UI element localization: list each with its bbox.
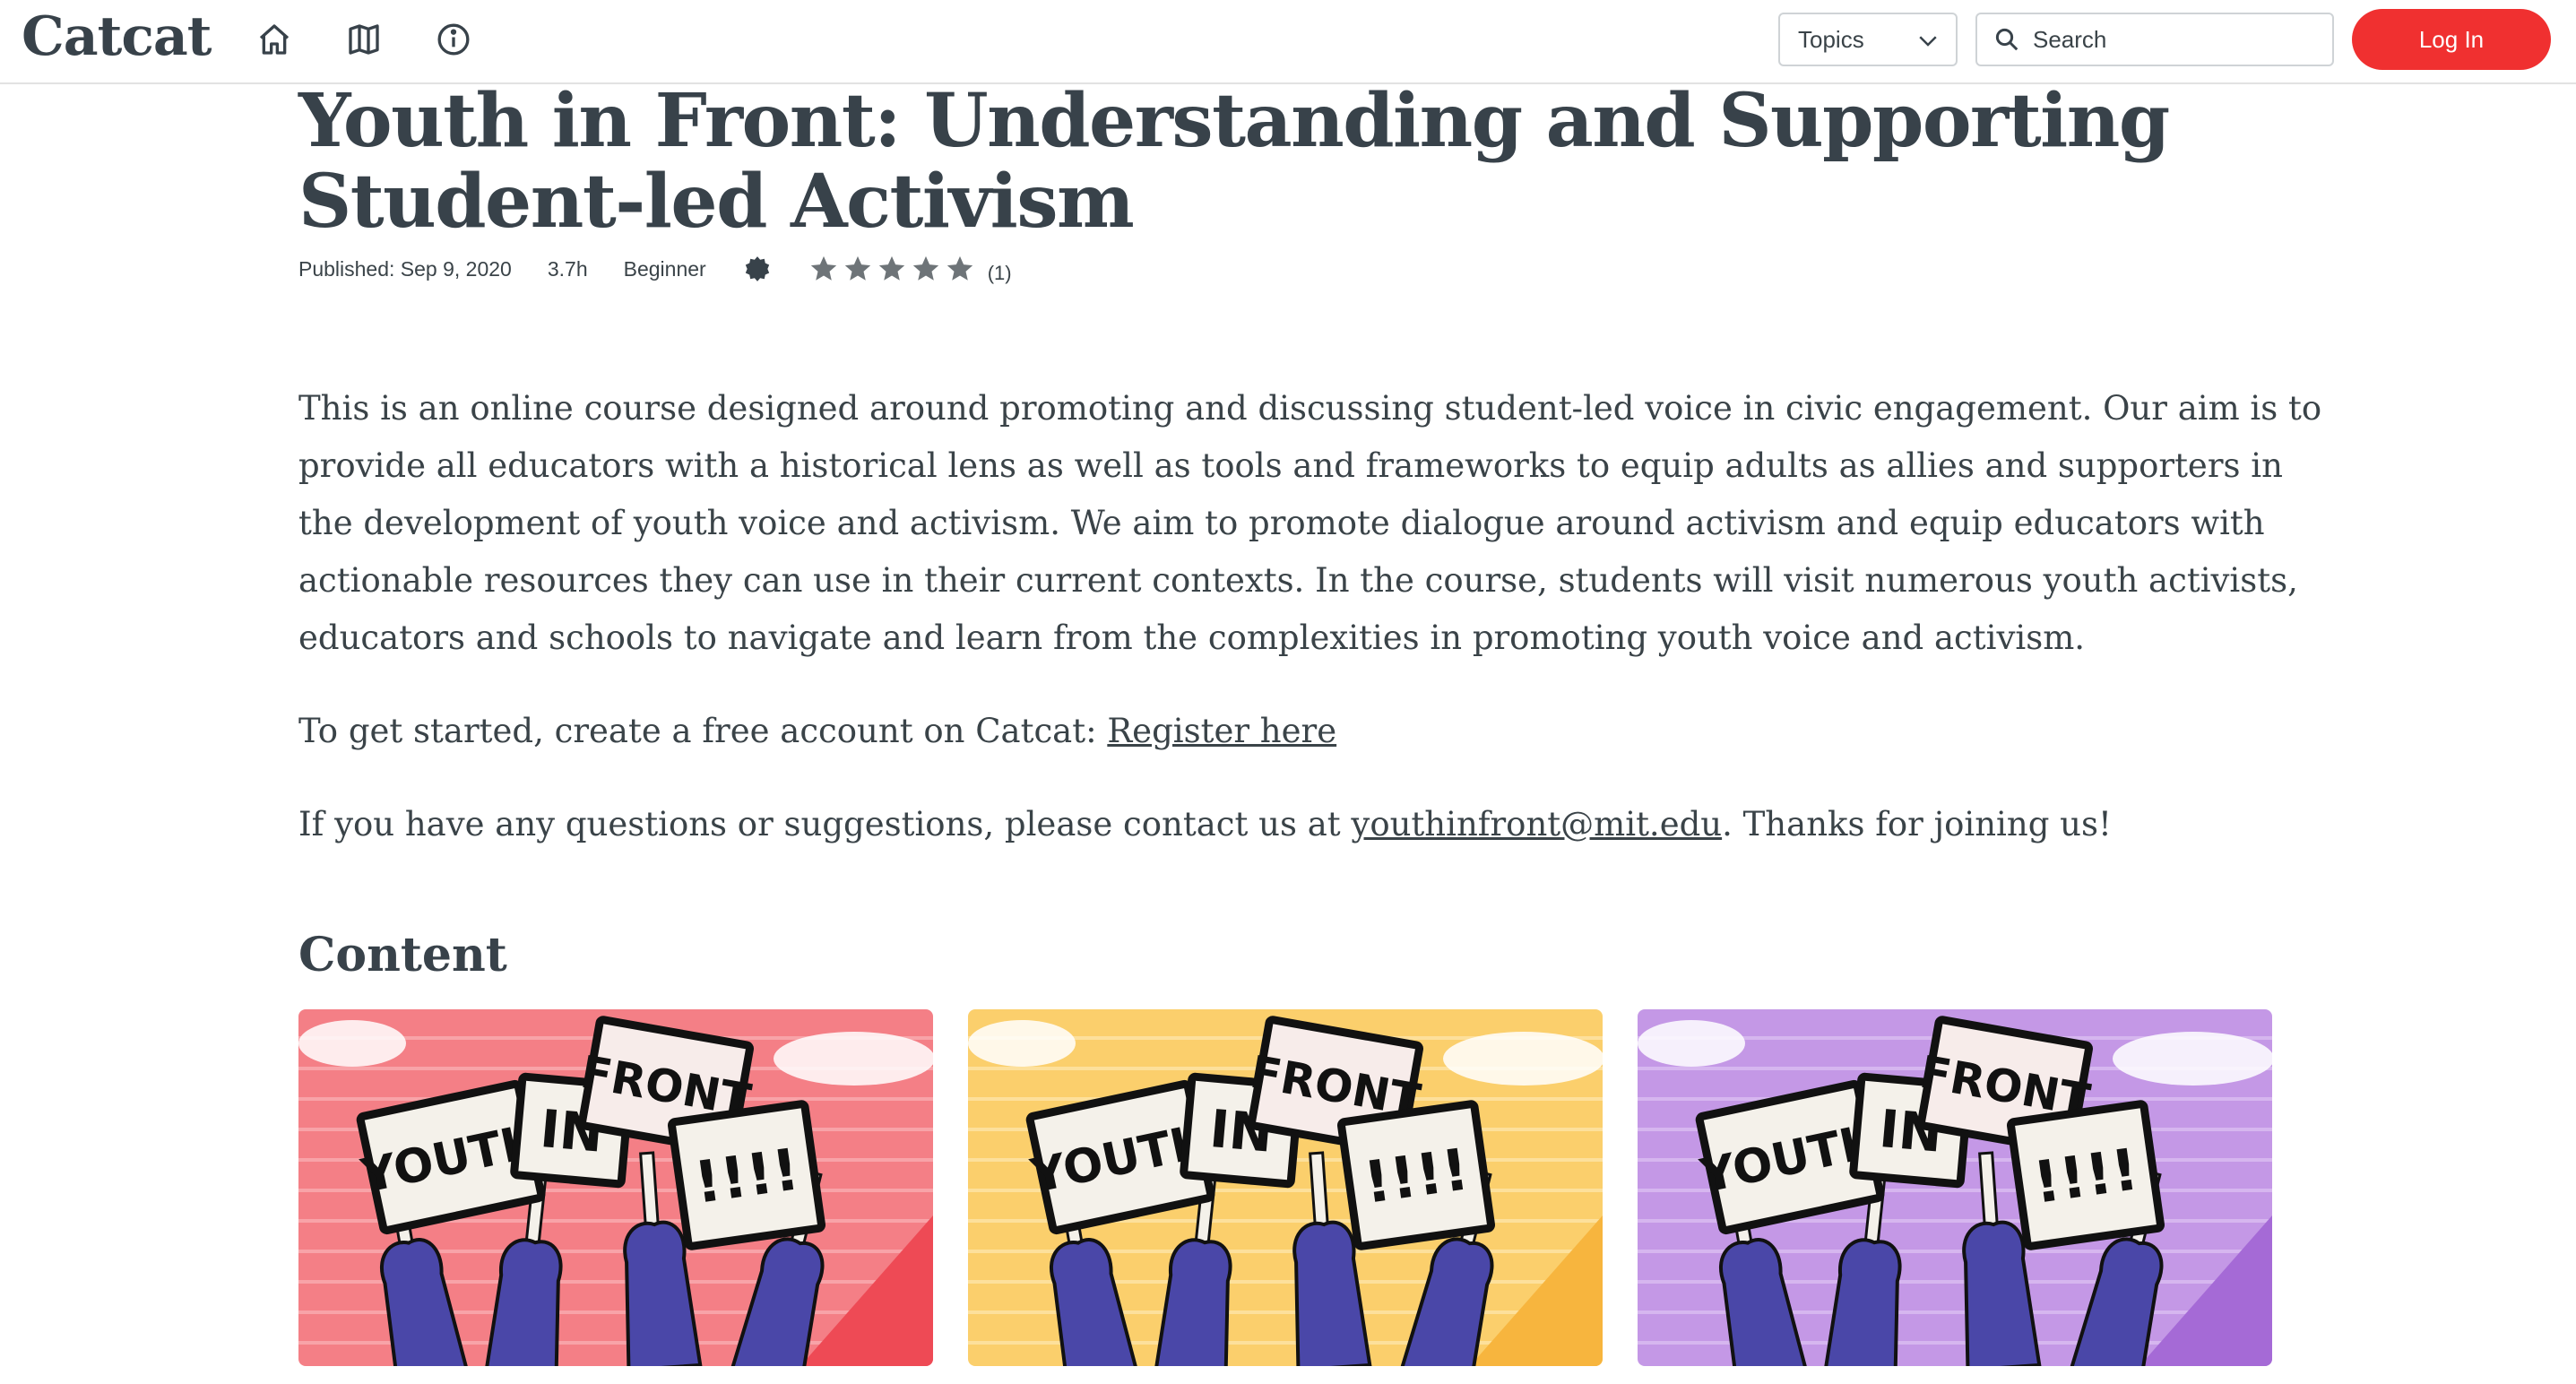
search-input[interactable] [2033, 25, 2320, 54]
register-text: To get started, create a free account on… [298, 712, 1108, 750]
published-date: Published: Sep 9, 2020 [298, 256, 512, 281]
youth-in-front-illustration: YOUTH IN FRONT !!!! [968, 1009, 1603, 1366]
content-card[interactable]: YOUTH IN FRONT !!!! [298, 1009, 933, 1366]
contact-text: If you have any questions or suggestions… [298, 805, 1352, 843]
info-icon[interactable] [434, 20, 473, 59]
top-navigation-bar: Catcat Topics Log In [0, 0, 2576, 84]
search-icon [1995, 28, 2018, 51]
star-icon [844, 255, 870, 281]
course-description: This is an online course designed around… [298, 389, 2322, 657]
chevron-down-icon [1919, 36, 1937, 47]
star-icon [810, 255, 836, 281]
youth-in-front-illustration: YOUTH IN FRONT !!!! [298, 1009, 933, 1366]
map-icon[interactable] [344, 20, 384, 59]
home-icon[interactable] [255, 20, 294, 59]
contact-paragraph: If you have any questions or suggestions… [298, 796, 2112, 853]
course-level: Beginner [623, 256, 706, 281]
topics-dropdown[interactable]: Topics [1778, 13, 1958, 66]
badge-icon [745, 256, 769, 281]
search-box[interactable] [1975, 13, 2334, 66]
course-meta: Published: Sep 9, 2020 3.7h Beginner (1) [298, 253, 1012, 285]
rating-stars: (1) [808, 253, 1012, 285]
rating-count: (1) [987, 262, 1012, 284]
content-heading: Content [298, 928, 507, 982]
star-icon [912, 255, 938, 281]
contact-suffix: . Thanks for joining us! [1722, 805, 2112, 843]
content-card[interactable]: YOUTH IN FRONT !!!! [1638, 1009, 2272, 1366]
register-link[interactable]: Register here [1107, 712, 1336, 750]
star-icon [947, 255, 972, 281]
content-card[interactable]: YOUTH IN FRONT !!!! [968, 1009, 1603, 1366]
course-duration: 3.7h [547, 256, 588, 281]
login-button[interactable]: Log In [2352, 9, 2551, 70]
star-icon [878, 255, 904, 281]
contact-email-link[interactable]: youthinfront@mit.edu [1351, 805, 1722, 843]
course-title: Youth in Front: Understanding and Suppor… [298, 78, 2170, 245]
youth-in-front-illustration: YOUTH IN FRONT !!!! [1638, 1009, 2272, 1366]
register-paragraph: To get started, create a free account on… [298, 703, 1336, 760]
catcat-logo[interactable]: Catcat [22, 5, 212, 68]
topics-label: Topics [1798, 25, 1864, 53]
